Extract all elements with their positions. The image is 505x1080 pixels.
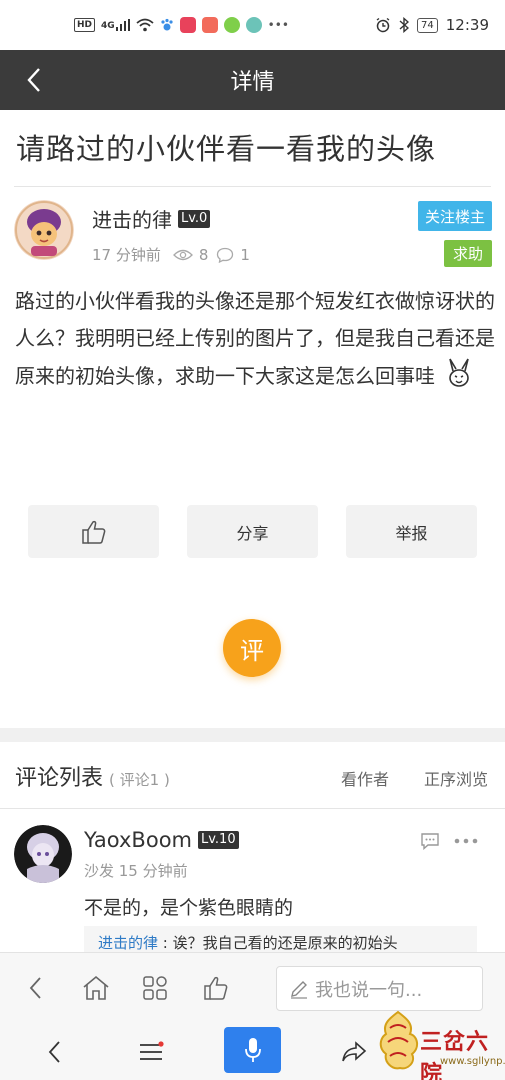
comment-meta: 沙发 15 分钟前 [84,862,188,880]
quote-separator: : [158,934,173,952]
wifi-icon [136,18,154,32]
status-left-group: HD 4G ••• [74,17,289,33]
site-watermark: 三岔六院 www.sgllynp.com [372,1008,505,1080]
thumbs-up-icon [204,976,228,1000]
post-time: 17 分钟前 [92,246,161,264]
app-notification-icon-1 [179,17,196,33]
network-type-label: 4G [101,21,115,31]
paw-app-icon [161,18,173,31]
comment-bubble-icon [217,247,234,263]
more-options-icon[interactable] [453,832,479,850]
follow-author-button[interactable]: 关注楼主 [418,201,492,231]
author-only-button[interactable]: 看作者 [341,766,389,790]
toolbar-like-button[interactable] [199,971,233,1005]
commenter-name[interactable]: YaoxBoom [84,828,192,852]
chevron-left-icon [27,68,40,92]
page-title: 详情 [230,70,275,95]
commenter-level-badge: Lv.10 [198,831,239,849]
comments-header: 评论列表 ( 评论1 ) [15,760,170,792]
status-right-group: 74 12:39 [375,16,489,34]
share-arrow-icon [342,1041,367,1062]
toolbar-back-button[interactable] [18,971,52,1005]
toolbar-apps-button[interactable] [138,971,172,1005]
title-divider [14,186,491,187]
comment-fab-button[interactable]: 评 [223,619,281,677]
home-icon [83,975,109,1000]
toolbar-home-button[interactable] [79,971,113,1005]
comment-text: 不是的，是个紫色眼睛的 [84,897,294,919]
system-share-button[interactable] [336,1034,372,1070]
comments-title: 评论列表 [15,766,104,791]
system-menu-button[interactable] [133,1034,169,1070]
pencil-icon [291,980,307,999]
microphone-icon [244,1038,261,1062]
commenter-avatar[interactable] [14,825,72,883]
nav-bar: 详情 [0,50,505,110]
reply-icon[interactable] [420,832,440,850]
eye-icon [172,249,193,260]
app-notification-icon-2 [201,17,218,33]
menu-icon [140,1041,164,1060]
comment-input-placeholder: 我也说一句... [315,979,423,1001]
author-avatar[interactable] [14,200,74,260]
app-notification-icon-4 [245,17,262,33]
help-tag: 求助 [444,240,492,267]
post-meta: 17 分钟前 8 1 [92,244,250,265]
back-button[interactable] [18,64,50,96]
comments-header-divider [0,808,505,809]
sort-order-button[interactable]: 正序浏览 [424,766,488,790]
chevron-left-icon [29,977,41,999]
quote-author-name[interactable]: 进击的律 [98,934,158,952]
like-button[interactable] [28,505,159,558]
clock: 12:39 [445,16,489,34]
thumbs-up-icon [81,520,105,544]
dragon-logo-icon [379,1010,418,1070]
avatar-image [14,200,74,260]
section-separator [0,728,505,742]
hd-badge: HD [74,18,96,32]
post-body: 路过的小伙伴看我的头像还是那个短发红衣做惊讶状的人么？我明明已经上传别的图片了，… [15,283,495,395]
battery-indicator: 74 [417,17,438,33]
chevron-left-icon [48,1041,60,1063]
author-name[interactable]: 进击的律 [92,204,172,233]
commenter-avatar-image [14,825,72,883]
status-bar: HD 4G ••• 74 12:39 [0,0,505,50]
voice-input-button[interactable] [224,1027,281,1073]
signal-icon: 4G [101,19,130,31]
more-notifications-icon: ••• [267,18,289,32]
grid-apps-icon [143,976,167,1000]
share-button[interactable]: 分享 [187,505,318,558]
commenter-name-row: YaoxBoom Lv.10 [84,828,239,852]
bluetooth-icon [399,17,410,33]
rabbit-emoji-icon [449,358,470,387]
author-level-badge: Lv.0 [178,209,211,228]
post-body-text: 路过的小伙伴看我的头像还是那个短发红衣做惊讶状的人么？我明明已经上传别的图片了，… [15,289,495,388]
alarm-icon [376,17,390,33]
signal-bars-icon [115,19,130,31]
report-button[interactable]: 举报 [346,505,477,558]
watermark-text: 三岔六院 [420,1029,490,1080]
comments-count: ( 评论1 ) [109,771,170,789]
comment-input[interactable]: 我也说一句... [276,966,483,1011]
comment-count: 1 [240,245,250,264]
quote-text: 诶？我自己看的还是原来的初始头 [172,934,398,952]
view-count: 8 [198,245,209,264]
system-back-button[interactable] [36,1034,72,1070]
author-name-row: 进击的律 Lv.0 [92,204,211,233]
watermark-url: www.sgllynp.com [440,1056,505,1067]
app-notification-icon-3 [223,17,240,33]
post-title: 请路过的小伙伴看一看我的头像 [16,132,437,166]
